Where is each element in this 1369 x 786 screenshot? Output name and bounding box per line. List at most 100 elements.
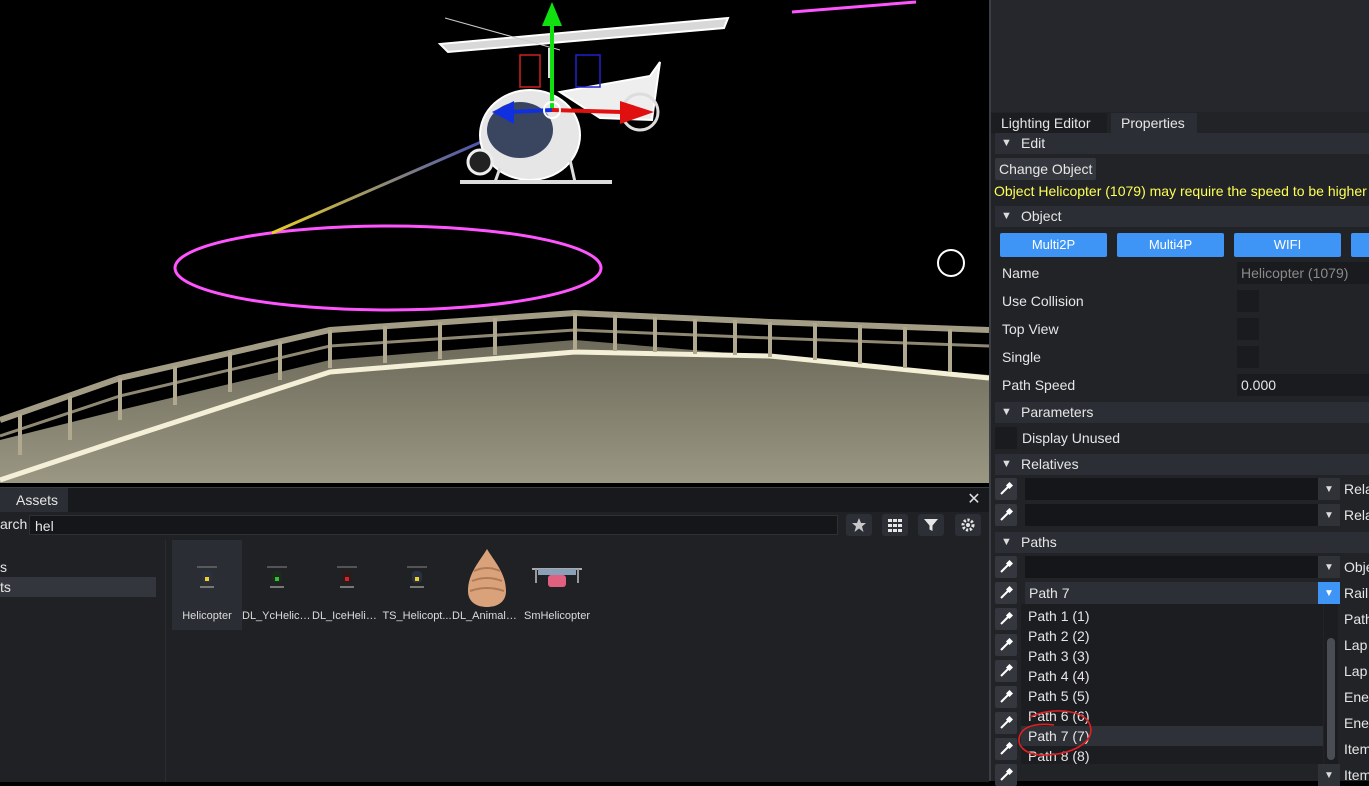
collapse-triangle-icon: ▼ bbox=[1001, 210, 1012, 222]
chevron-down-icon[interactable]: ▼ bbox=[1318, 582, 1340, 604]
cursor-ring bbox=[937, 249, 965, 277]
annotation-circle bbox=[1018, 710, 1092, 756]
asset-label: DL_YcHelico... bbox=[242, 610, 312, 622]
helicopter-icon bbox=[242, 548, 312, 608]
section-title: Edit bbox=[1021, 135, 1046, 151]
change-object-button[interactable]: Change Object bbox=[995, 158, 1097, 180]
path-side-label: Obje bbox=[1344, 559, 1369, 575]
shell-icon bbox=[452, 548, 522, 608]
section-title: Relatives bbox=[1021, 456, 1079, 472]
asset-item-helicopter[interactable]: Helicopter bbox=[172, 540, 242, 630]
section-title: Parameters bbox=[1021, 404, 1094, 420]
eyedropper-icon[interactable] bbox=[995, 660, 1017, 682]
helicopter-icon bbox=[172, 548, 242, 608]
grid-view-icon[interactable] bbox=[882, 514, 908, 536]
asset-label: SmHelicopter bbox=[523, 610, 591, 622]
relative-side-label: Rela bbox=[1344, 507, 1369, 523]
assets-panel: Assets ✕ arch hel s ts Helicopter DL_YcH… bbox=[0, 487, 989, 782]
use-collision-checkbox[interactable] bbox=[1237, 290, 1259, 312]
path-side-label: Rail bbox=[1344, 585, 1369, 601]
top-view-checkbox[interactable] bbox=[1237, 318, 1259, 340]
helicopter-model bbox=[437, 16, 730, 184]
section-paths[interactable]: ▼ Paths bbox=[995, 532, 1369, 553]
dropdown-option[interactable]: Path 2 (2) bbox=[1021, 626, 1323, 646]
dropdown-option[interactable]: Path 3 (3) bbox=[1021, 646, 1323, 666]
path-ring bbox=[173, 224, 603, 312]
path-side-label: Ener bbox=[1344, 715, 1369, 731]
top-view-label: Top View bbox=[1002, 321, 1059, 337]
eyedropper-icon[interactable] bbox=[995, 504, 1017, 526]
display-unused-checkbox[interactable] bbox=[995, 427, 1017, 449]
asset-item-animal-shell[interactable]: DL_AnimalS... bbox=[452, 540, 522, 630]
path-side-label: Item bbox=[1344, 741, 1369, 757]
name-field[interactable]: Helicopter (1079) bbox=[1237, 262, 1369, 284]
search-input[interactable]: hel bbox=[29, 515, 838, 535]
section-object[interactable]: ▼ Object bbox=[995, 206, 1369, 227]
eyedropper-icon[interactable] bbox=[995, 478, 1017, 500]
close-icon[interactable]: ✕ bbox=[965, 488, 983, 512]
right-panel-top-area bbox=[989, 0, 1369, 112]
extra-mode-button[interactable] bbox=[1351, 233, 1369, 257]
object-path-combo[interactable] bbox=[1025, 556, 1328, 578]
rail-path-combo[interactable]: Path 7 bbox=[1025, 582, 1328, 604]
name-label: Name bbox=[1002, 265, 1040, 281]
gear-icon[interactable] bbox=[955, 514, 981, 536]
scene-render bbox=[0, 0, 989, 483]
speed-warning-text: Object Helicopter (1079) may require the… bbox=[994, 183, 1369, 199]
eyedropper-icon[interactable] bbox=[995, 608, 1017, 630]
asset-label: DL_AnimalS... bbox=[452, 610, 522, 622]
single-checkbox[interactable] bbox=[1237, 346, 1259, 368]
section-edit[interactable]: ▼ Edit bbox=[995, 133, 1369, 154]
wifi-button[interactable]: WIFI bbox=[1234, 233, 1341, 257]
path-side-label: Ener bbox=[1344, 689, 1369, 705]
chevron-down-icon[interactable]: ▼ bbox=[1318, 556, 1340, 578]
eyedropper-icon[interactable] bbox=[995, 764, 1017, 786]
collapse-triangle-icon: ▼ bbox=[1001, 536, 1012, 548]
eyedropper-icon[interactable] bbox=[995, 582, 1017, 604]
display-unused-label: Display Unused bbox=[1022, 430, 1121, 446]
collapse-triangle-icon: ▼ bbox=[1001, 137, 1012, 149]
dropdown-scrollbar[interactable] bbox=[1324, 604, 1338, 764]
search-label: arch bbox=[0, 516, 28, 532]
dropdown-scrollbar-thumb[interactable] bbox=[1327, 638, 1335, 760]
dropdown-option[interactable]: Path 4 (4) bbox=[1021, 666, 1323, 686]
section-relatives[interactable]: ▼ Relatives bbox=[995, 454, 1369, 475]
multi2p-button[interactable]: Multi2P bbox=[1000, 233, 1107, 257]
small-helicopter-icon bbox=[522, 548, 592, 608]
eyedropper-icon[interactable] bbox=[995, 634, 1017, 656]
favorite-star-icon[interactable] bbox=[846, 514, 872, 536]
section-title: Object bbox=[1021, 208, 1062, 224]
dropdown-option[interactable]: Path 1 (1) bbox=[1021, 606, 1323, 626]
multi4p-button[interactable]: Multi4P bbox=[1117, 233, 1224, 257]
path-side-label: Lap bbox=[1344, 637, 1368, 653]
asset-grid: Helicopter DL_YcHelico... DL_IceHelico..… bbox=[172, 540, 989, 782]
relative-combo-1[interactable] bbox=[1025, 478, 1328, 500]
asset-item-ts-helicopter[interactable]: TS_Helicopt... bbox=[382, 540, 452, 630]
relative-side-label: Rela bbox=[1344, 481, 1369, 497]
chevron-down-icon[interactable]: ▼ bbox=[1318, 764, 1340, 786]
folder-item-selected[interactable]: ts bbox=[0, 577, 156, 597]
asset-label: DL_IceHelico... bbox=[312, 610, 382, 622]
helicopter-icon bbox=[382, 548, 452, 608]
asset-item-small-helicopter[interactable]: SmHelicopter bbox=[522, 540, 592, 630]
asset-item-ice-helicopter[interactable]: DL_IceHelico... bbox=[312, 540, 382, 630]
tab-lighting-editor[interactable]: Lighting Editor bbox=[991, 113, 1107, 134]
path-ring-top-right bbox=[791, 0, 917, 14]
chevron-down-icon[interactable]: ▼ bbox=[1318, 504, 1340, 526]
scene-viewport[interactable] bbox=[0, 0, 989, 483]
chevron-down-icon[interactable]: ▼ bbox=[1318, 478, 1340, 500]
folder-item[interactable]: s bbox=[0, 557, 156, 577]
eyedropper-icon[interactable] bbox=[995, 556, 1017, 578]
asset-item-yc-helicopter[interactable]: DL_YcHelico... bbox=[242, 540, 312, 630]
filter-icon[interactable] bbox=[918, 514, 944, 536]
tab-assets[interactable]: Assets bbox=[6, 488, 69, 512]
tab-properties[interactable]: Properties bbox=[1111, 113, 1197, 134]
relative-combo-2[interactable] bbox=[1025, 504, 1328, 526]
path-speed-field[interactable]: 0.000 bbox=[1237, 374, 1369, 396]
dropdown-option[interactable]: Path 5 (5) bbox=[1021, 686, 1323, 706]
section-parameters[interactable]: ▼ Parameters bbox=[995, 402, 1369, 423]
collapse-triangle-icon: ▼ bbox=[1001, 458, 1012, 470]
object-mode-buttons: Multi2P Multi4P WIFI bbox=[1000, 233, 1369, 257]
assets-search-row: arch hel bbox=[0, 512, 989, 540]
use-collision-label: Use Collision bbox=[1002, 293, 1084, 309]
